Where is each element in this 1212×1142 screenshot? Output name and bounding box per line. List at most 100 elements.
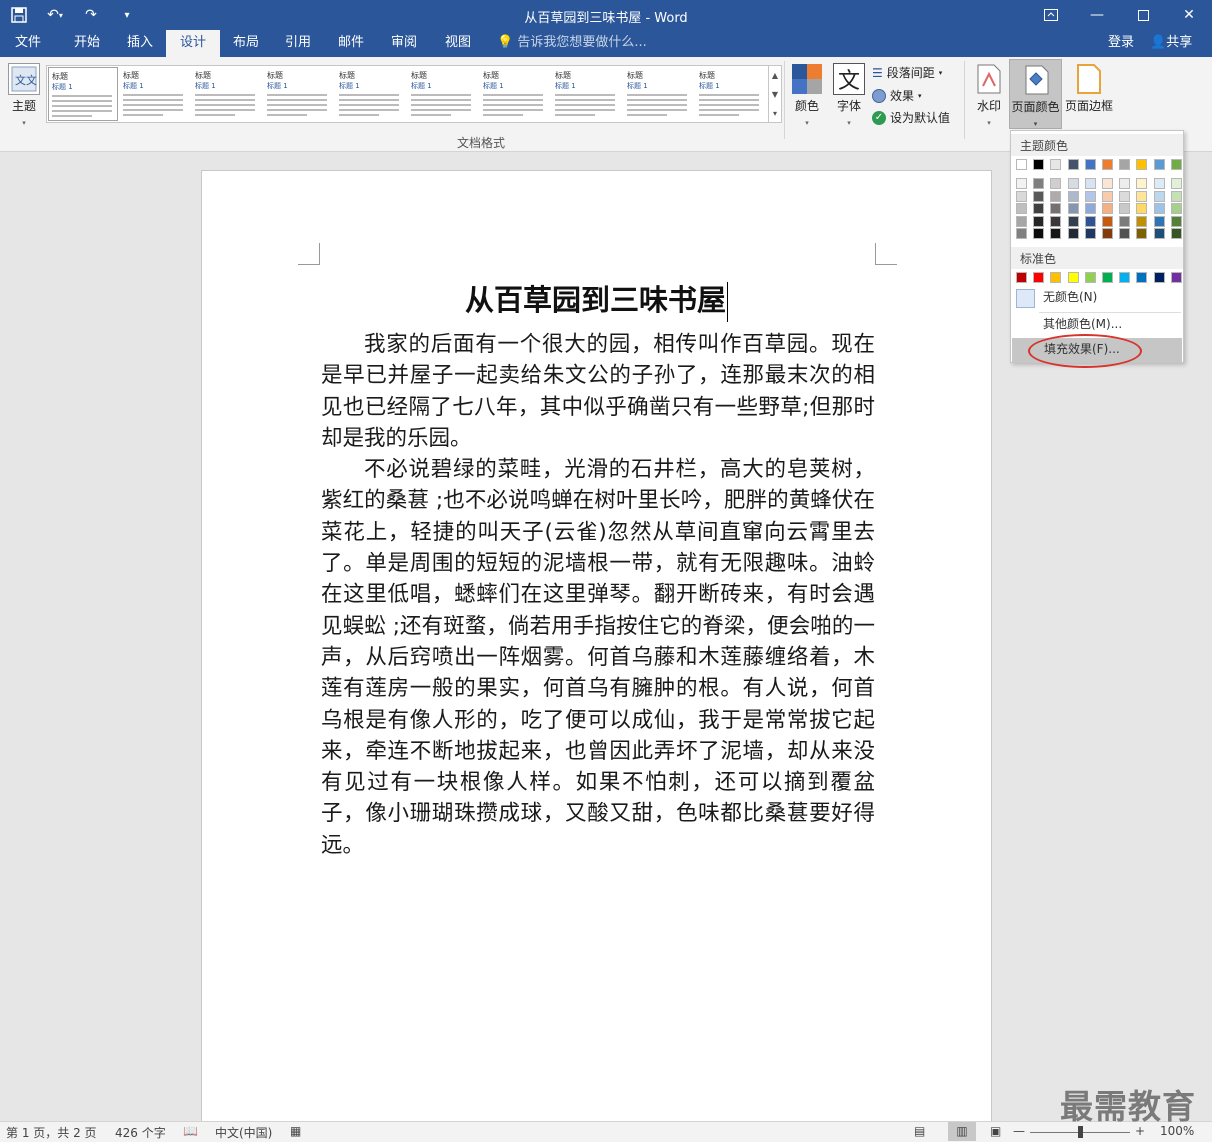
theme-color-shade-swatch[interactable]: [1136, 215, 1148, 227]
page-count[interactable]: 第 1 页，共 2 页: [6, 1124, 97, 1141]
theme-color-shade-swatch[interactable]: [1119, 203, 1131, 214]
theme-color-shade-swatch[interactable]: [1084, 228, 1096, 239]
theme-color-shade-swatch[interactable]: [1033, 203, 1045, 214]
standard-color-swatch[interactable]: [1136, 272, 1148, 283]
theme-color-swatch[interactable]: [1050, 159, 1062, 170]
close-icon[interactable]: ✕: [1166, 0, 1212, 30]
gallery-down-icon[interactable]: ▼: [769, 85, 781, 104]
theme-color-shade-swatch[interactable]: [1170, 228, 1182, 239]
theme-color-shade-swatch[interactable]: [1050, 228, 1062, 239]
theme-color-shade-swatch[interactable]: [1102, 228, 1113, 239]
theme-color-shade-swatch[interactable]: [1067, 178, 1079, 189]
tab-4[interactable]: 布局: [220, 30, 272, 57]
theme-color-swatch[interactable]: [1102, 159, 1113, 170]
style-set-gallery[interactable]: 标题 标题 1 标题 标题 1 标题 标题 1 标题 标题 1 标题 标题 1 标题 标题 1 标题 标题…: [46, 65, 769, 123]
gallery-scroll[interactable]: ▲ ▼ ▾: [769, 65, 782, 123]
maximize-icon[interactable]: [1120, 0, 1166, 30]
tab-7[interactable]: 审阅: [378, 30, 430, 57]
standard-color-swatch[interactable]: [1033, 272, 1045, 283]
standard-color-swatch[interactable]: [1050, 272, 1062, 283]
theme-color-shade-swatch[interactable]: [1084, 215, 1096, 227]
theme-color-shade-swatch[interactable]: [1050, 203, 1062, 214]
theme-color-shade-swatch[interactable]: [1119, 228, 1131, 239]
theme-color-shade-swatch[interactable]: [1153, 203, 1165, 214]
theme-color-shade-swatch[interactable]: [1136, 190, 1148, 202]
sign-in-link[interactable]: 登录: [1108, 30, 1134, 55]
no-color-item[interactable]: 无颜色(N): [1011, 286, 1183, 310]
theme-color-shade-swatch[interactable]: [1050, 215, 1062, 227]
theme-color-swatch[interactable]: [1136, 159, 1148, 170]
theme-color-shade-swatch[interactable]: [1119, 215, 1131, 227]
theme-color-shade-swatch[interactable]: [1084, 203, 1096, 214]
tab-3[interactable]: 设计: [166, 30, 220, 57]
effects-button[interactable]: 效果 ▾: [872, 87, 922, 104]
macro-icon[interactable]: ▦: [290, 1124, 301, 1138]
theme-color-shade-swatch[interactable]: [1102, 178, 1113, 189]
set-as-default-button[interactable]: ✓ 设为默认值: [872, 109, 950, 126]
theme-color-shade-swatch[interactable]: [1016, 203, 1027, 214]
theme-color-shade-swatch[interactable]: [1016, 190, 1027, 202]
theme-color-swatch[interactable]: [1153, 159, 1165, 170]
style-set-item[interactable]: 标题 标题 1: [48, 67, 118, 121]
colors-button[interactable]: 颜色 ▾: [788, 63, 826, 128]
style-set-item[interactable]: 标题 标题 1: [264, 67, 334, 121]
theme-color-swatch[interactable]: [1119, 159, 1131, 170]
theme-color-shade-swatch[interactable]: [1170, 215, 1182, 227]
tab-1[interactable]: 开始: [60, 30, 114, 57]
share-button[interactable]: 👤共享: [1150, 30, 1192, 55]
theme-color-swatch[interactable]: [1084, 159, 1096, 170]
theme-color-shade-swatch[interactable]: [1033, 215, 1045, 227]
zoom-out-icon[interactable]: —: [1013, 1124, 1025, 1138]
theme-color-shade-swatch[interactable]: [1102, 190, 1113, 202]
theme-color-shade-swatch[interactable]: [1067, 190, 1079, 202]
standard-color-swatch[interactable]: [1153, 272, 1165, 283]
document-body[interactable]: 我家的后面有一个很大的园，相传叫作百草园。现在是早已并屋子一起卖给朱文公的子孙了…: [321, 329, 875, 861]
theme-color-shade-swatch[interactable]: [1050, 178, 1062, 189]
theme-color-shade-swatch[interactable]: [1033, 178, 1045, 189]
watermark-button[interactable]: 水印 ▾: [972, 63, 1006, 128]
standard-color-swatch[interactable]: [1102, 272, 1113, 283]
theme-color-shade-swatch[interactable]: [1136, 228, 1148, 239]
standard-color-swatch[interactable]: [1067, 272, 1079, 283]
style-set-item[interactable]: 标题 标题 1: [696, 67, 766, 121]
style-set-item[interactable]: 标题 标题 1: [552, 67, 622, 121]
word-count[interactable]: 426 个字: [115, 1124, 166, 1141]
standard-color-swatch[interactable]: [1016, 272, 1027, 283]
tab-5[interactable]: 引用: [272, 30, 324, 57]
style-set-item[interactable]: 标题 标题 1: [120, 67, 190, 121]
theme-color-shade-swatch[interactable]: [1084, 178, 1096, 189]
tell-me-box[interactable]: 💡 告诉我您想要做什么...: [497, 30, 647, 57]
theme-color-shade-swatch[interactable]: [1170, 203, 1182, 214]
standard-color-swatch[interactable]: [1119, 272, 1131, 283]
theme-color-shade-swatch[interactable]: [1084, 190, 1096, 202]
theme-color-shade-swatch[interactable]: [1119, 190, 1131, 202]
theme-color-shade-swatch[interactable]: [1153, 190, 1165, 202]
tab-0[interactable]: 文件: [0, 30, 56, 57]
paragraph[interactable]: 我家的后面有一个很大的园，相传叫作百草园。现在是早已并屋子一起卖给朱文公的子孙了…: [321, 329, 875, 454]
theme-color-shade-swatch[interactable]: [1033, 190, 1045, 202]
theme-color-shade-swatch[interactable]: [1153, 228, 1165, 239]
proofing-icon[interactable]: 📖: [183, 1124, 198, 1138]
tab-2[interactable]: 插入: [114, 30, 166, 57]
page-borders-button[interactable]: 页面边框: [1064, 63, 1114, 114]
theme-color-swatch[interactable]: [1033, 159, 1045, 170]
theme-color-shade-swatch[interactable]: [1102, 203, 1113, 214]
theme-color-shade-swatch[interactable]: [1153, 215, 1165, 227]
gallery-up-icon[interactable]: ▲: [769, 66, 781, 85]
minimize-icon[interactable]: —: [1074, 0, 1120, 30]
theme-color-shade-swatch[interactable]: [1170, 190, 1182, 202]
theme-color-shade-swatch[interactable]: [1050, 190, 1062, 202]
theme-color-swatch[interactable]: [1170, 159, 1182, 170]
ribbon-display-options-icon[interactable]: [1028, 0, 1074, 30]
theme-color-shade-swatch[interactable]: [1170, 178, 1182, 189]
theme-color-swatch[interactable]: [1067, 159, 1079, 170]
tab-6[interactable]: 邮件: [324, 30, 378, 57]
theme-color-shade-swatch[interactable]: [1033, 228, 1045, 239]
theme-color-shade-swatch[interactable]: [1016, 178, 1027, 189]
language[interactable]: 中文(中国): [215, 1124, 272, 1141]
style-set-item[interactable]: 标题 标题 1: [192, 67, 262, 121]
style-set-item[interactable]: 标题 标题 1: [336, 67, 406, 121]
standard-color-swatch[interactable]: [1084, 272, 1096, 283]
theme-color-shade-swatch[interactable]: [1016, 215, 1027, 227]
theme-color-shade-swatch[interactable]: [1067, 228, 1079, 239]
